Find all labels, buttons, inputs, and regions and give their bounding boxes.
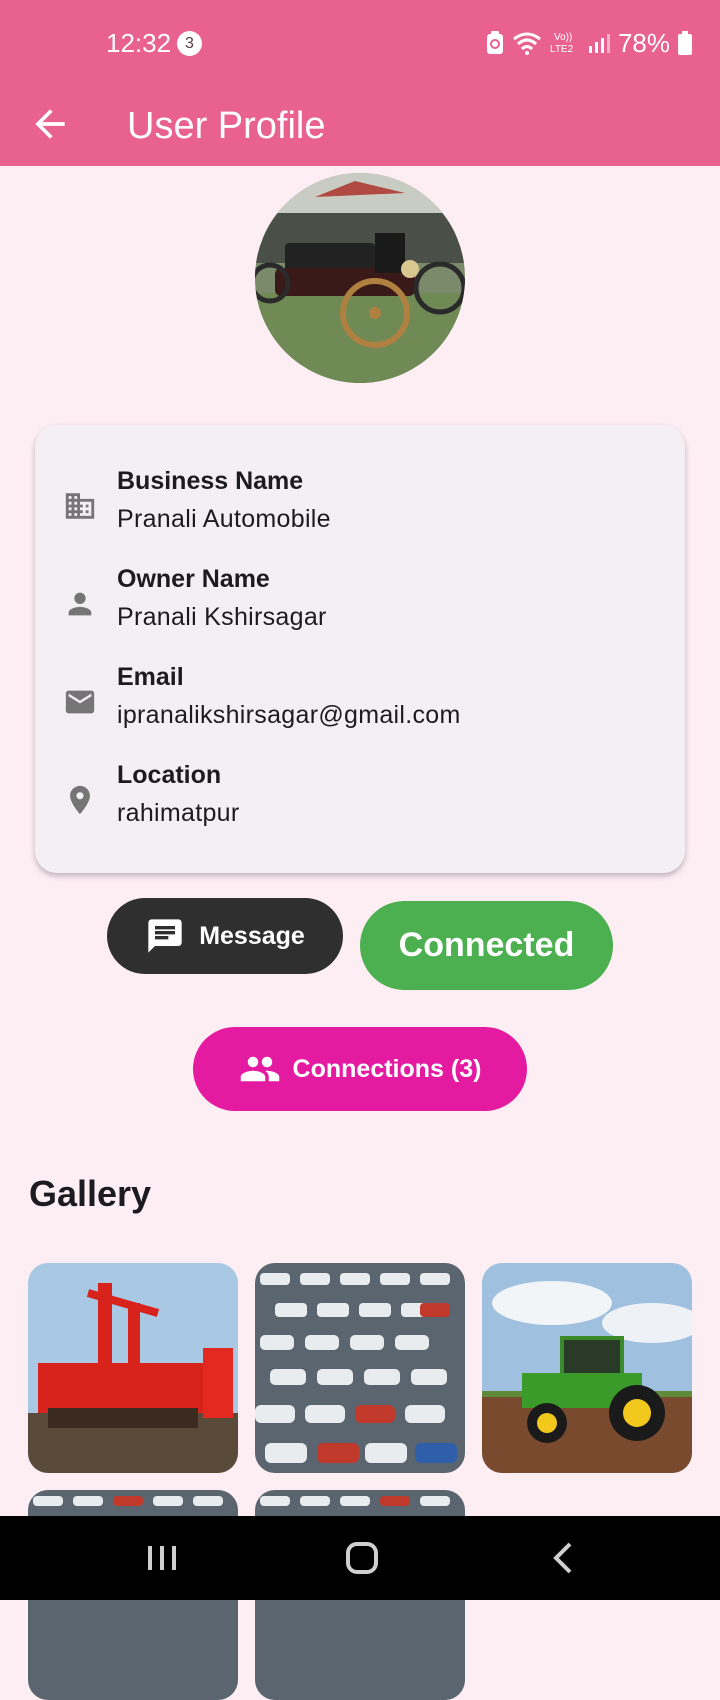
app-bar: User Profile bbox=[0, 88, 720, 166]
gallery-title: Gallery bbox=[29, 1173, 152, 1214]
field-value: Pranali Kshirsagar bbox=[117, 603, 327, 631]
arrow-left-icon[interactable] bbox=[28, 102, 72, 146]
email-row: Email ipranalikshirsagar@gmail.com bbox=[35, 659, 685, 749]
connected-button-label: Connected bbox=[398, 926, 575, 964]
connections-button[interactable]: Connections (3) bbox=[193, 1027, 527, 1111]
svg-text:LTE2: LTE2 bbox=[550, 44, 574, 55]
location-pin-icon bbox=[70, 785, 90, 815]
svg-text:Vo)): Vo)) bbox=[554, 32, 572, 43]
message-button[interactable]: Message bbox=[107, 898, 343, 974]
chat-icon bbox=[148, 919, 182, 953]
location-row: Location rahimatpur bbox=[35, 757, 685, 847]
battery-percentage: 78% bbox=[617, 27, 670, 58]
business-icon bbox=[65, 493, 95, 519]
connections-button-label: Connections (3) bbox=[292, 1054, 482, 1083]
profile-avatar bbox=[255, 173, 465, 383]
notification-count-badge: 3 bbox=[177, 31, 202, 56]
gallery-image-tractor[interactable] bbox=[482, 1263, 692, 1473]
connected-button[interactable]: Connected bbox=[360, 901, 613, 990]
business-name-row: Business Name Pranali Automobile bbox=[35, 463, 685, 553]
status-bar: 12:32 3 Vo)) LTE2 78% bbox=[0, 0, 720, 88]
gallery-image-tiller[interactable] bbox=[28, 1263, 238, 1473]
email-icon bbox=[65, 690, 95, 714]
message-button-label: Message bbox=[199, 921, 305, 950]
volte-lte-icon: Vo)) LTE2 bbox=[550, 32, 574, 55]
status-time: 12:32 bbox=[106, 28, 172, 58]
system-nav-bar bbox=[0, 1516, 720, 1600]
field-label: Owner Name bbox=[117, 565, 270, 593]
field-value: ipranalikshirsagar@gmail.com bbox=[117, 701, 461, 729]
field-value: Pranali Automobile bbox=[117, 505, 331, 533]
home-icon[interactable] bbox=[340, 1538, 384, 1578]
field-value: rahimatpur bbox=[117, 799, 240, 827]
wifi-icon bbox=[513, 32, 541, 55]
signal-icon bbox=[588, 34, 610, 53]
field-label: Location bbox=[117, 761, 222, 789]
field-label: Business Name bbox=[117, 467, 304, 495]
person-icon bbox=[68, 592, 92, 616]
battery-icon bbox=[678, 31, 692, 55]
status-icons: Vo)) LTE2 78% bbox=[486, 26, 692, 60]
gallery-image-cars-lot[interactable] bbox=[255, 1263, 465, 1473]
field-label: Email bbox=[117, 663, 184, 691]
battery-saver-icon bbox=[486, 31, 503, 54]
back-nav-icon[interactable] bbox=[542, 1538, 586, 1578]
recent-apps-icon[interactable] bbox=[140, 1538, 184, 1578]
people-icon bbox=[240, 1056, 279, 1082]
profile-info-card: Business Name Pranali Automobile Owner N… bbox=[35, 425, 685, 873]
owner-name-row: Owner Name Pranali Kshirsagar bbox=[35, 561, 685, 651]
page-title: User Profile bbox=[127, 105, 326, 147]
